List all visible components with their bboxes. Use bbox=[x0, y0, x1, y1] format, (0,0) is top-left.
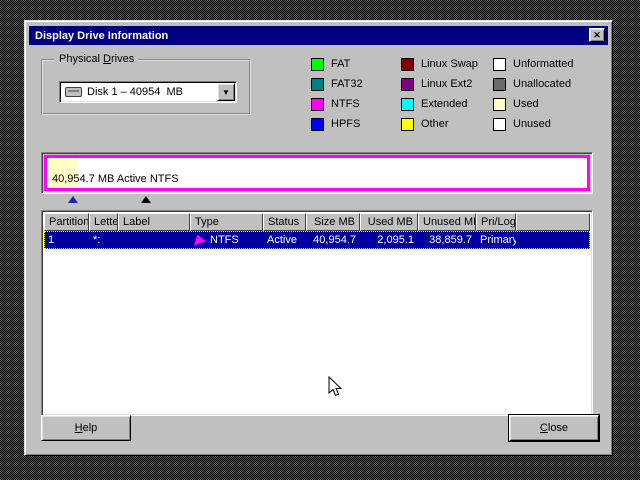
cell-letter: *: bbox=[89, 231, 118, 249]
legend-item: Unallocated bbox=[493, 77, 571, 91]
legend-item: Linux Swap bbox=[401, 57, 478, 71]
legend-item: Used bbox=[493, 97, 539, 111]
hpfs-swatch bbox=[311, 118, 324, 131]
window-title: Display Drive Information bbox=[35, 30, 168, 42]
cell-size-mb: 40,954.7 bbox=[306, 231, 360, 249]
cell-partition: 1 bbox=[44, 231, 89, 249]
col-header-spacer bbox=[516, 213, 590, 231]
chevron-down-icon[interactable]: ▼ bbox=[217, 83, 235, 101]
cell-pri-log: Primary bbox=[476, 231, 516, 249]
col-header-type[interactable]: Type bbox=[190, 213, 263, 231]
col-header-letter[interactable]: Letter bbox=[89, 213, 118, 231]
linux-ext2-swatch bbox=[401, 78, 414, 91]
cell-spacer bbox=[516, 231, 590, 249]
title-bar[interactable]: Display Drive Information ✕ bbox=[29, 26, 608, 45]
col-header-prilog[interactable]: Pri/Log bbox=[476, 213, 516, 231]
cell-status: Active bbox=[263, 231, 306, 249]
legend-item: Extended bbox=[401, 97, 467, 111]
legend-item: FAT32 bbox=[311, 77, 363, 91]
cell-used-mb: 2,095.1 bbox=[360, 231, 418, 249]
ntfs-swatch bbox=[311, 98, 324, 111]
used-swatch bbox=[493, 98, 506, 111]
fat32-swatch bbox=[311, 78, 324, 91]
col-header-status[interactable]: Status bbox=[263, 213, 306, 231]
linux-swap-swatch bbox=[401, 58, 414, 71]
drive-map-panel: 40,954.7 MB Active NTFS bbox=[41, 152, 593, 194]
legend-item: Other bbox=[401, 117, 449, 131]
col-header-partition[interactable]: Partition bbox=[44, 213, 89, 231]
col-header-label[interactable]: Label bbox=[118, 213, 190, 231]
partition-table: Partition Letter Label Type Status Size … bbox=[41, 210, 593, 416]
other-swatch bbox=[401, 118, 414, 131]
col-header-size[interactable]: Size MB bbox=[306, 213, 360, 231]
close-button[interactable]: Close bbox=[509, 415, 599, 441]
col-header-unused[interactable]: Unused MB bbox=[418, 213, 476, 231]
close-icon[interactable]: ✕ bbox=[589, 28, 605, 42]
legend-item: Unused bbox=[493, 117, 551, 131]
extended-swatch bbox=[401, 98, 414, 111]
ntfs-flag-icon bbox=[194, 235, 206, 246]
legend-item: FAT bbox=[311, 57, 350, 71]
cell-type: NTFS bbox=[190, 231, 263, 249]
table-header-row: Partition Letter Label Type Status Size … bbox=[44, 213, 590, 231]
partition-bar[interactable]: 40,954.7 MB Active NTFS bbox=[44, 155, 590, 191]
unformatted-swatch bbox=[493, 58, 506, 71]
cell-label bbox=[118, 231, 190, 249]
table-row[interactable]: 1 *: NTFS Active 40,954.7 2,095.1 38,859… bbox=[44, 231, 590, 249]
help-button[interactable]: Help bbox=[41, 415, 131, 441]
selected-drive: Disk 1 – 40954 MB bbox=[87, 86, 183, 98]
partition-bar-label: 40,954.7 MB Active NTFS bbox=[47, 173, 179, 188]
legend-item: HPFS bbox=[311, 117, 360, 131]
disk-icon bbox=[65, 87, 82, 97]
cell-unused-mb: 38,859.7 bbox=[418, 231, 476, 249]
col-header-used[interactable]: Used MB bbox=[360, 213, 418, 231]
unused-swatch bbox=[493, 118, 506, 131]
drive-information-dialog: Display Drive Information ✕ Physical Dri… bbox=[24, 20, 613, 456]
drive-select-dropdown[interactable]: Disk 1 – 40954 MB ▼ bbox=[59, 81, 237, 103]
boundary-marker-8gb-icon bbox=[141, 196, 151, 203]
legend-item: NTFS bbox=[311, 97, 360, 111]
boundary-marker-2gb-icon bbox=[68, 196, 78, 203]
physical-drives-label: Physical Drives bbox=[55, 53, 138, 65]
physical-drives-group: Physical Drives Disk 1 – 40954 MB ▼ bbox=[41, 59, 251, 115]
legend-item: Unformatted bbox=[493, 57, 574, 71]
fat-swatch bbox=[311, 58, 324, 71]
desktop-background: { "window": { "title": "Display Drive In… bbox=[0, 0, 640, 480]
unallocated-swatch bbox=[493, 78, 506, 91]
legend-item: Linux Ext2 bbox=[401, 77, 472, 91]
